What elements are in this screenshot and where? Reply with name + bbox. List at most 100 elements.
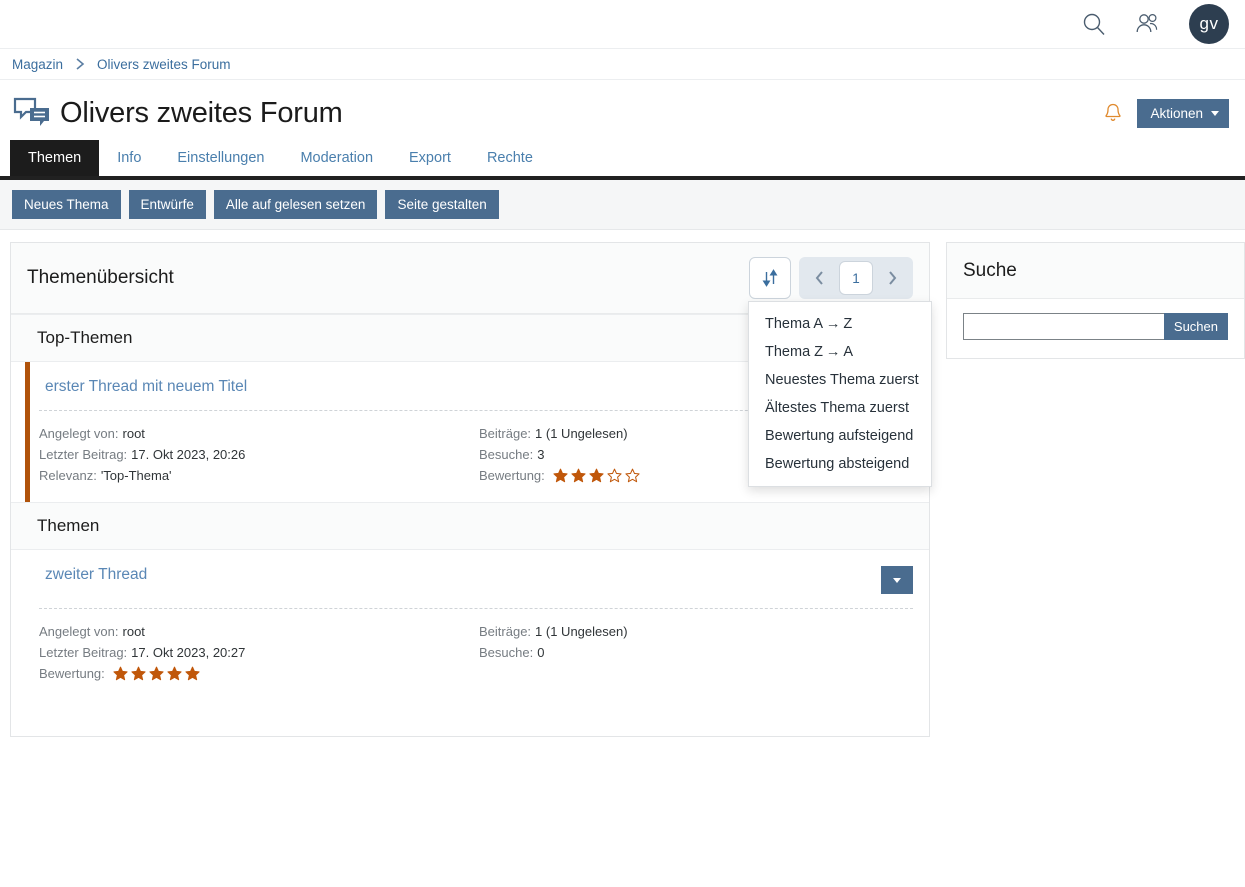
meta-created-by-2: Angelegt von: root: [39, 621, 479, 642]
bell-icon[interactable]: [1103, 102, 1123, 124]
star-icon: [553, 468, 568, 483]
actions-button-label: Aktionen: [1150, 106, 1203, 121]
meta-posts-1: Beiträge: 1 (1 Ungelesen): [479, 423, 640, 444]
topics-overview-header: Themenübersicht Them: [11, 243, 929, 314]
meta-value: 17. Okt 2023, 20:26: [131, 444, 245, 465]
tab-info[interactable]: Info: [99, 140, 159, 176]
star-icon: [167, 666, 182, 681]
users-icon[interactable]: [1131, 7, 1165, 41]
sort-option-oldest-first[interactable]: Ältestes Thema zuerst: [749, 394, 931, 422]
sort-option-title-desc[interactable]: Thema Z → A: [749, 338, 931, 366]
section-heading-themen: Themen: [11, 502, 929, 550]
search-submit-button[interactable]: Suchen: [1164, 313, 1228, 340]
star-icon: [131, 666, 146, 681]
pagination-prev-icon[interactable]: [805, 262, 835, 294]
meta-relevance-1: Relevanz: 'Top-Thema': [39, 465, 479, 486]
star-icon: [113, 666, 128, 681]
pagination: 1: [799, 257, 913, 299]
rating-stars-2[interactable]: [113, 666, 200, 681]
meta-value: root: [123, 621, 145, 642]
pagination-next-icon[interactable]: [877, 262, 907, 294]
meta-label: Angelegt von:: [39, 423, 119, 444]
breadcrumb-item-magazin[interactable]: Magazin: [12, 57, 63, 72]
star-icon: [607, 468, 622, 483]
page-content: Themenübersicht Them: [0, 230, 1245, 737]
meta-value: root: [123, 423, 145, 444]
tab-bar: Themen Info Einstellungen Moderation Exp…: [0, 140, 1245, 176]
thread-title-link-1[interactable]: erster Thread mit neuem Titel: [39, 378, 247, 396]
meta-value: 'Top-Thema': [101, 465, 172, 486]
meta-label: Bewertung:: [39, 663, 105, 684]
pagination-page-1[interactable]: 1: [839, 261, 873, 295]
meta-label: Relevanz:: [39, 465, 97, 486]
thread-title-link-2[interactable]: zweiter Thread: [39, 566, 147, 584]
meta-rating-1: Bewertung:: [479, 465, 640, 486]
meta-value: 0: [537, 642, 544, 663]
avatar[interactable]: gv: [1189, 4, 1229, 44]
search-icon[interactable]: [1077, 7, 1111, 41]
search-panel: Suche Suchen: [946, 242, 1245, 359]
topics-overview-panel: Themenübersicht Them: [10, 242, 930, 737]
meta-visits-1: Besuche: 3: [479, 444, 640, 465]
meta-label: Bewertung:: [479, 465, 545, 486]
meta-created-by-1: Angelegt von: root: [39, 423, 479, 444]
search-panel-title: Suche: [963, 260, 1017, 282]
thread-menu-button-2[interactable]: [881, 566, 913, 594]
sort-option-rating-asc[interactable]: Bewertung aufsteigend: [749, 422, 931, 450]
tab-rechte[interactable]: Rechte: [469, 140, 551, 176]
thread-title-row-2: zweiter Thread: [39, 566, 913, 609]
meta-rating-2: Bewertung:: [39, 663, 479, 684]
sort-option-title-asc[interactable]: Thema A → Z: [749, 310, 931, 338]
breadcrumb-item-current[interactable]: Olivers zweites Forum: [97, 57, 231, 72]
meta-label: Beiträge:: [479, 621, 531, 642]
search-panel-header: Suche: [947, 243, 1244, 299]
thread-meta-right-1: Beiträge: 1 (1 Ungelesen) Besuche: 3 Bew…: [479, 423, 640, 486]
meta-posts-2: Beiträge: 1 (1 Ungelesen): [479, 621, 628, 642]
thread-row-2: zweiter Thread Angelegt von: root Letzte…: [11, 550, 929, 736]
topics-column: Themenübersicht Them: [10, 242, 930, 737]
meta-label: Angelegt von:: [39, 621, 119, 642]
content-toolbar: Neues Thema Entwürfe Alle auf gelesen se…: [0, 180, 1245, 230]
star-icon: [185, 666, 200, 681]
meta-value: 17. Okt 2023, 20:27: [131, 642, 245, 663]
rating-stars-1[interactable]: [553, 468, 640, 483]
meta-value: 1 (1 Ungelesen): [535, 621, 628, 642]
drafts-button[interactable]: Entwürfe: [129, 190, 206, 219]
page-header-actions: Aktionen: [1103, 99, 1229, 128]
thread-meta-left-2: Angelegt von: root Letzter Beitrag: 17. …: [39, 621, 479, 684]
star-icon: [589, 468, 604, 483]
mark-all-read-button[interactable]: Alle auf gelesen setzen: [214, 190, 378, 219]
meta-label: Letzter Beitrag:: [39, 642, 127, 663]
breadcrumb: Magazin Olivers zweites Forum: [0, 48, 1245, 80]
star-icon: [625, 468, 640, 483]
caret-down-icon: [893, 578, 901, 583]
page-header: Olivers zweites Forum Aktionen: [0, 80, 1245, 140]
top-user-bar: gv: [0, 0, 1245, 48]
search-input[interactable]: [963, 313, 1164, 340]
tab-einstellungen[interactable]: Einstellungen: [159, 140, 282, 176]
meta-label: Besuche:: [479, 444, 533, 465]
meta-last-post-2: Letzter Beitrag: 17. Okt 2023, 20:27: [39, 642, 479, 663]
meta-visits-2: Besuche: 0: [479, 642, 628, 663]
new-topic-button[interactable]: Neues Thema: [12, 190, 121, 219]
forum-icon: [12, 96, 54, 130]
topics-overview-title: Themenübersicht: [27, 267, 174, 289]
thread-meta-right-2: Beiträge: 1 (1 Ungelesen) Besuche: 0: [479, 621, 628, 684]
tab-moderation[interactable]: Moderation: [282, 140, 391, 176]
caret-down-icon: [1211, 111, 1219, 116]
sort-option-newest-first[interactable]: Neuestes Thema zuerst: [749, 366, 931, 394]
tab-themen[interactable]: Themen: [10, 140, 99, 176]
actions-button[interactable]: Aktionen: [1137, 99, 1229, 128]
search-column: Suche Suchen: [946, 242, 1245, 359]
search-form: Suchen: [963, 313, 1228, 340]
topics-overview-tools: Thema A → Z Thema Z → A Neuestes Thema z…: [749, 257, 913, 299]
design-page-button[interactable]: Seite gestalten: [385, 190, 498, 219]
page-title: Olivers zweites Forum: [60, 97, 343, 130]
thread-meta-left-1: Angelegt von: root Letzter Beitrag: 17. …: [39, 423, 479, 486]
meta-value: 1 (1 Ungelesen): [535, 423, 628, 444]
sort-button[interactable]: [749, 257, 791, 299]
sort-option-rating-desc[interactable]: Bewertung absteigend: [749, 450, 931, 478]
tab-export[interactable]: Export: [391, 140, 469, 176]
meta-last-post-1: Letzter Beitrag: 17. Okt 2023, 20:26: [39, 444, 479, 465]
thread-meta-2: Angelegt von: root Letzter Beitrag: 17. …: [39, 609, 913, 684]
